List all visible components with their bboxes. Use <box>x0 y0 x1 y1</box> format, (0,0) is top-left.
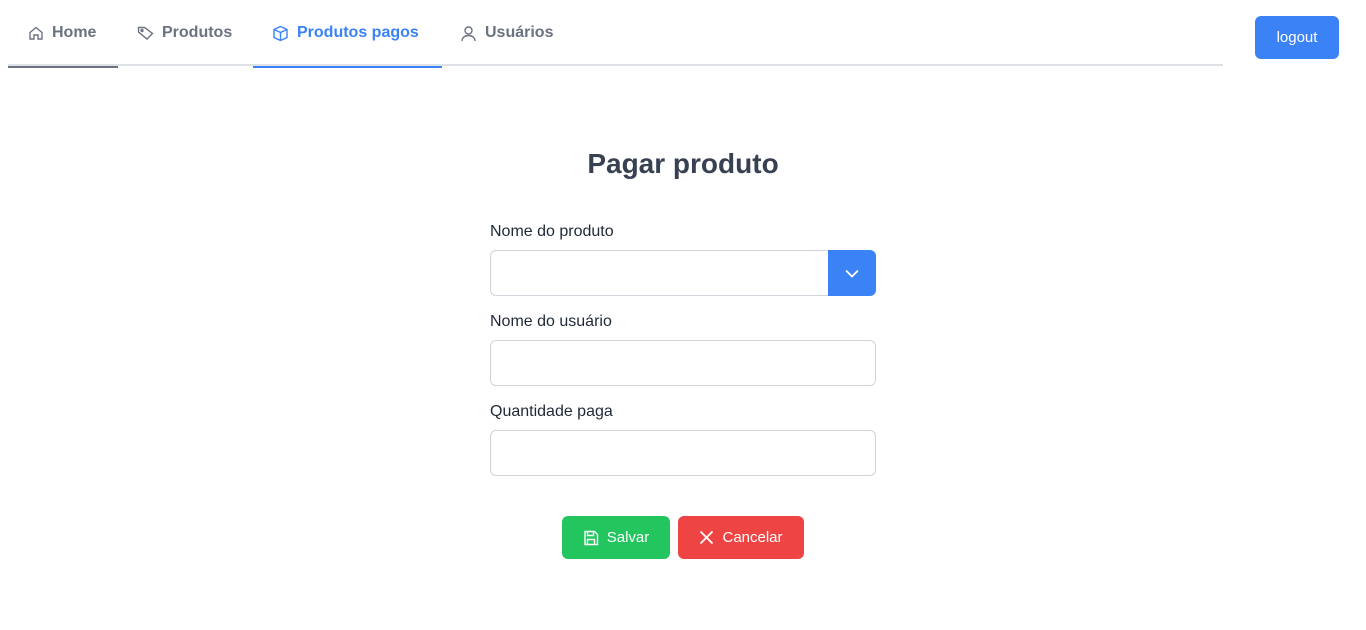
product-dropdown-button[interactable] <box>828 250 876 296</box>
tab-home[interactable]: Home <box>8 0 118 68</box>
save-button-label: Salvar <box>606 529 650 546</box>
product-name-dropdown[interactable] <box>490 250 876 296</box>
chevron-down-icon <box>845 269 859 278</box>
product-name-input[interactable] <box>490 250 828 296</box>
quantity-input[interactable] <box>490 430 876 476</box>
tab-usuarios-label: Usuários <box>485 24 554 41</box>
logout-button[interactable]: logout <box>1255 16 1339 59</box>
close-icon <box>700 530 714 545</box>
user-name-label: Nome do usuário <box>490 313 612 330</box>
box-icon <box>273 25 288 41</box>
user-name-input[interactable] <box>490 340 876 386</box>
page-title: Pagar produto <box>587 148 779 179</box>
user-icon <box>461 25 476 41</box>
cancel-button-label: Cancelar <box>722 529 783 546</box>
tab-produtos-label: Produtos <box>162 24 233 41</box>
product-name-label: Nome do produto <box>490 223 614 240</box>
cancel-button[interactable]: Cancelar <box>678 516 804 559</box>
tab-produtos[interactable]: Produtos <box>137 0 257 66</box>
save-button[interactable]: Salvar <box>562 516 670 559</box>
tab-produtos-pagos-label: Produtos pagos <box>297 24 419 41</box>
home-icon <box>29 26 43 40</box>
tab-produtos-pagos[interactable]: Produtos pagos <box>253 0 442 68</box>
save-icon <box>584 530 598 545</box>
tab-produtos-pagos-underline <box>253 66 442 68</box>
tag-icon <box>137 26 154 40</box>
tab-menu: Home Produtos Produtos pagos Usuários <box>8 0 1223 68</box>
tab-usuarios[interactable]: Usuários <box>460 0 580 66</box>
tab-home-label: Home <box>52 24 97 41</box>
tab-home-underline <box>8 66 118 68</box>
quantity-label: Quantidade paga <box>490 403 613 420</box>
